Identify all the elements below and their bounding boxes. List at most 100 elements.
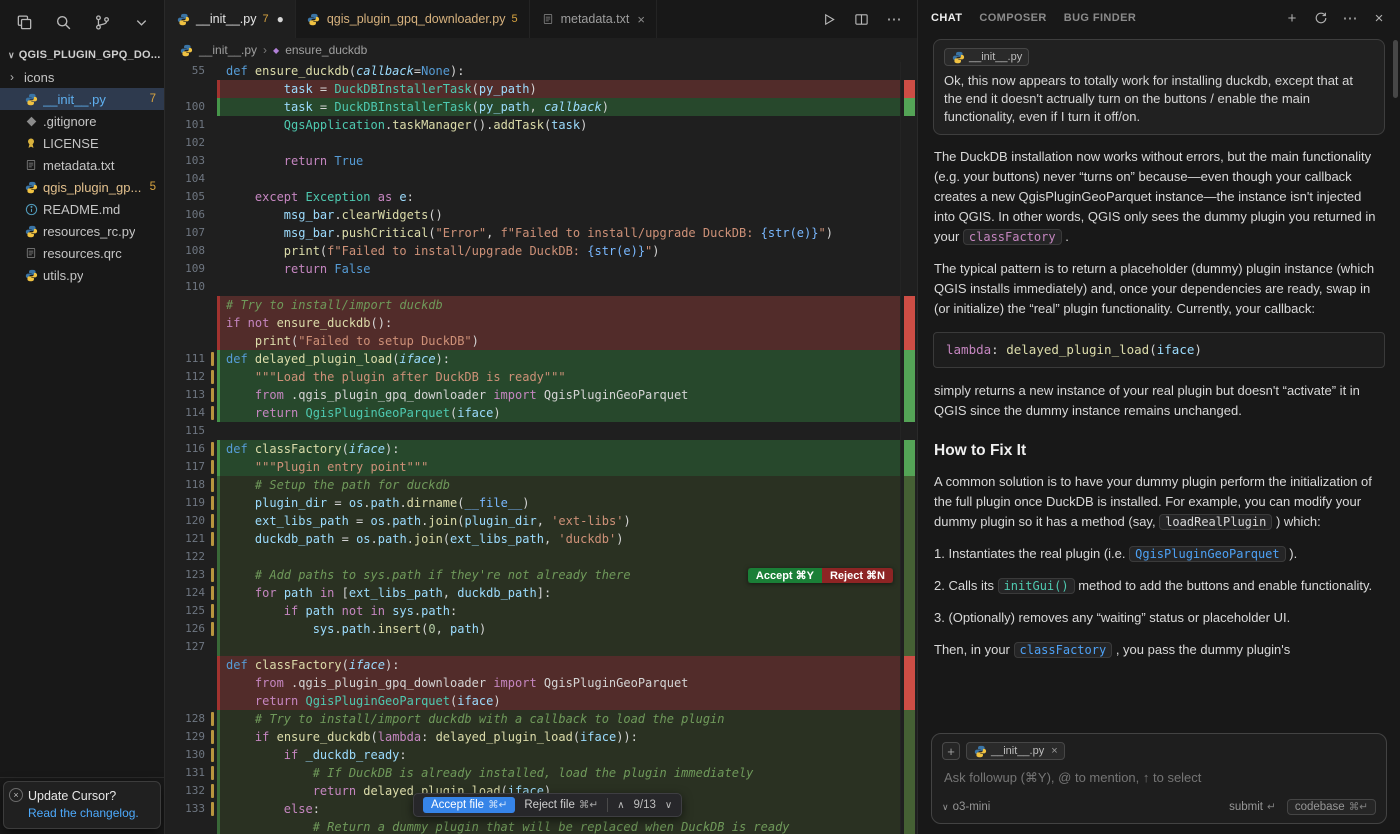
chat-input-context-row: + __init__.py ×	[942, 742, 1376, 760]
assistant-paragraph: The DuckDB installation now works withou…	[934, 147, 1384, 247]
code-line: 121 duckdb_path = os.path.join(ext_libs_…	[165, 530, 900, 548]
split-editor-icon[interactable]	[852, 10, 870, 28]
tab-qgis-plugin-gpq-downloader-py[interactable]: qgis_plugin_gpq_downloader.py5	[296, 0, 530, 38]
code-editor[interactable]: 55def ensure_duckdb(callback=None): task…	[165, 62, 917, 834]
inline-reject-button[interactable]: Reject ⌘N	[822, 568, 893, 583]
line-number: 118	[165, 476, 209, 494]
python-file-icon	[307, 12, 321, 26]
ruler-diff-mark	[904, 764, 915, 782]
line-number: 129	[165, 728, 209, 746]
file-gitignore[interactable]: .gitignore	[0, 110, 164, 132]
new-chat-icon[interactable]: +	[1284, 10, 1300, 26]
line-number: 120	[165, 512, 209, 530]
inline-accept-button[interactable]: Accept ⌘Y	[748, 568, 822, 583]
code-line: 122	[165, 548, 900, 566]
ruler-diff-mark	[904, 602, 915, 620]
file-readme-md[interactable]: README.md	[0, 198, 164, 220]
file-utils-py[interactable]: utils.py	[0, 264, 164, 286]
chat-input-placeholder[interactable]: Ask followup (⌘Y), @ to mention, ↑ to se…	[942, 760, 1376, 799]
file-init-py[interactable]: __init__.py7	[0, 88, 164, 110]
chevron-down-icon[interactable]	[132, 13, 150, 31]
previous-diff-icon[interactable]: ∧	[617, 800, 624, 811]
editor-actions: ⋯	[805, 0, 917, 38]
python-file-icon	[24, 92, 38, 106]
file-license[interactable]: LICENSE	[0, 132, 164, 154]
chat-scrollbar[interactable]	[1393, 40, 1398, 98]
submit-button[interactable]: submit ↵	[1229, 801, 1276, 813]
file-label: icons	[24, 70, 54, 85]
python-file-icon	[951, 50, 965, 64]
file-resources-rc-py[interactable]: resources_rc.py	[0, 220, 164, 242]
tab-bug-finder[interactable]: BUG FINDER	[1064, 12, 1136, 24]
workspace-root-label: QGIS_PLUGIN_GPQ_DO...	[19, 49, 161, 61]
code-line: 116def classFactory(iface):	[165, 440, 900, 458]
ruler-diff-mark	[904, 530, 915, 548]
accept-file-button[interactable]: Accept file⌘↵	[423, 797, 515, 813]
line-number: 126	[165, 620, 209, 638]
file-resources-qrc[interactable]: resources.qrc	[0, 242, 164, 264]
close-tab-icon[interactable]: ×	[637, 12, 645, 27]
ruler-diff-mark	[904, 656, 915, 674]
run-icon[interactable]	[819, 10, 837, 28]
ruler-diff-mark	[904, 332, 915, 350]
tab-init-py[interactable]: __init__.py7●	[165, 0, 296, 38]
ruler-diff-mark	[904, 440, 915, 458]
ruler-diff-mark	[904, 674, 915, 692]
code-line: 104	[165, 170, 900, 188]
tab-metadata-txt[interactable]: metadata.txt×	[530, 0, 657, 38]
search-icon[interactable]	[54, 13, 72, 31]
close-chat-icon[interactable]: ×	[1371, 10, 1387, 26]
line-number: 133	[165, 800, 209, 818]
code-line: 127	[165, 638, 900, 656]
code-line: 130 if _duckdb_ready:	[165, 746, 900, 764]
ruler-diff-mark	[904, 620, 915, 638]
chat-input[interactable]: + __init__.py × Ask followup (⌘Y), @ to …	[931, 733, 1387, 824]
code-line: 108 print(f"Failed to install/upgrade Du…	[165, 242, 900, 260]
gutter-change-mark	[209, 620, 217, 638]
input-context-chip[interactable]: __init__.py ×	[966, 742, 1065, 760]
tab-chat[interactable]: CHAT	[931, 12, 962, 24]
file-icons[interactable]: ›icons	[0, 66, 164, 88]
more-icon[interactable]: ⋯	[885, 10, 903, 28]
add-context-button[interactable]: +	[942, 742, 960, 760]
next-diff-icon[interactable]: ∨	[665, 800, 672, 811]
reject-file-button[interactable]: Reject file⌘↵	[524, 799, 598, 811]
file-metadata-txt[interactable]: metadata.txt	[0, 154, 164, 176]
code-line: # Return a dummy plugin that will be rep…	[165, 818, 900, 834]
breadcrumb[interactable]: __init__.py › ◆ ensure_duckdb	[165, 38, 917, 62]
chat-panel: CHATCOMPOSERBUG FINDER +⋯× __init__.py O…	[917, 0, 1400, 834]
python-file-icon	[24, 180, 38, 194]
code-line: 119 plugin_dir = os.path.dirname(__file_…	[165, 494, 900, 512]
modified-dot-icon[interactable]: ●	[277, 12, 284, 26]
license-file-icon	[24, 136, 38, 150]
history-icon[interactable]	[1313, 10, 1329, 26]
overview-ruler[interactable]	[900, 62, 917, 834]
assistant-paragraph: simply returns a new instance of your re…	[934, 381, 1384, 421]
code-line: task = DuckDBInstallerTask(py_path)	[165, 80, 900, 98]
line-number: 122	[165, 548, 209, 566]
file-qgis-plugin-gp[interactable]: qgis_plugin_gp...5	[0, 176, 164, 198]
line-number: 100	[165, 98, 209, 116]
remove-context-icon[interactable]: ×	[1051, 745, 1057, 757]
line-number: 110	[165, 278, 209, 296]
close-notification-icon[interactable]: ×	[9, 788, 23, 802]
chat-input-footer: ∨ o3-mini submit ↵ codebase ⌘↵	[942, 799, 1376, 815]
codebase-button[interactable]: codebase ⌘↵	[1287, 799, 1376, 815]
gutter-change-mark	[209, 404, 217, 422]
changelog-link[interactable]: Read the changelog.	[28, 806, 152, 820]
model-selector[interactable]: ∨ o3-mini	[942, 801, 990, 813]
line-number: 107	[165, 224, 209, 242]
chat-actions: + ⋯ ×	[1284, 10, 1387, 26]
files-icon[interactable]	[15, 13, 33, 31]
inline-code: classFactory	[1014, 642, 1113, 658]
chat-more-icon[interactable]: ⋯	[1342, 10, 1358, 26]
breadcrumb-file: __init__.py	[199, 43, 257, 57]
file-label: LICENSE	[43, 136, 99, 151]
context-file-chip[interactable]: __init__.py	[944, 48, 1029, 66]
git-branch-icon[interactable]	[93, 13, 111, 31]
line-number	[165, 80, 209, 98]
ruler-diff-mark	[904, 782, 915, 800]
tab-composer[interactable]: COMPOSER	[979, 12, 1046, 24]
ruler-diff-mark	[904, 746, 915, 764]
explorer-header[interactable]: ∨ QGIS_PLUGIN_GPQ_DO...	[0, 44, 164, 66]
